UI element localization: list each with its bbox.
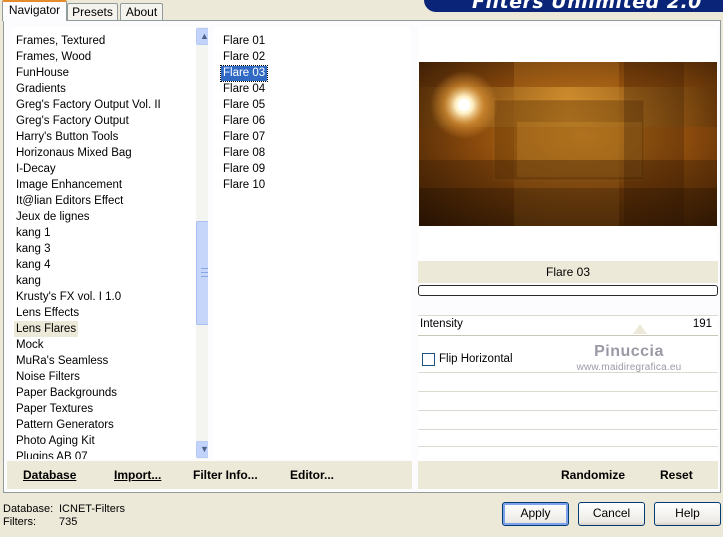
scroll-thumb[interactable]: [196, 221, 208, 325]
category-item[interactable]: kang 4: [14, 257, 53, 273]
filter-item[interactable]: Flare 06: [221, 114, 267, 129]
editor-label: Editor...: [290, 468, 335, 482]
tab-about[interactable]: About: [120, 3, 163, 21]
category-item[interactable]: Harry's Button Tools: [14, 129, 120, 145]
category-item[interactable]: Paper Backgrounds: [14, 385, 119, 401]
intensity-label: Intensity: [420, 318, 463, 330]
category-item[interactable]: MuRa's Seamless: [14, 353, 110, 369]
preview-art: [419, 62, 717, 226]
filter-list[interactable]: Flare 01 Flare 02 Flare 03 Flare 04 Flare 05…: [214, 27, 410, 459]
param-divider: [418, 315, 718, 316]
grip-icon: [201, 268, 208, 277]
filter-item[interactable]: Flare 09: [221, 162, 267, 177]
tab-navigator[interactable]: Navigator: [2, 0, 67, 21]
cancel-button[interactable]: Cancel: [578, 502, 645, 526]
category-item[interactable]: Horizonaus Mixed Bag: [14, 145, 134, 161]
watermark-url: www.maidiregrafica.eu: [576, 362, 682, 373]
flip-horizontal-label: Flip Horizontal: [439, 353, 513, 365]
filter-item[interactable]: Flare 03: [219, 65, 269, 82]
database-status-value: ICNET-Filters: [59, 503, 125, 515]
help-button[interactable]: Help: [654, 502, 721, 526]
database-label: Database: [23, 468, 77, 482]
watermark: Pinuccia www.maidiregrafica.eu: [564, 344, 694, 373]
category-item[interactable]: Paper Textures: [14, 401, 95, 417]
filter-name-label: Flare 03: [418, 261, 718, 283]
scroll-up-button[interactable]: ▲: [196, 28, 208, 45]
filters-count-value: 735: [59, 516, 78, 528]
intensity-slider[interactable]: [418, 335, 718, 336]
filters-count-label: Filters:: [3, 516, 36, 528]
filter-item[interactable]: Flare 10: [221, 178, 267, 193]
filter-info-label: Filter Info...: [193, 468, 258, 482]
param-divider: [418, 410, 718, 411]
navigator-panel: Frames, Textured Frames, Wood FunHouse Grad…: [3, 20, 721, 493]
category-item[interactable]: Image Enhancement: [14, 177, 124, 193]
database-button[interactable]: Database: [23, 468, 76, 482]
intensity-slider-thumb[interactable]: [633, 324, 647, 334]
param-divider: [418, 446, 718, 447]
intensity-value: 191: [692, 318, 712, 330]
database-status-label: Database:: [3, 503, 54, 515]
category-item[interactable]: It@lian Editors Effect: [14, 193, 125, 209]
randomize-button[interactable]: Randomize: [561, 468, 625, 482]
category-item[interactable]: Lens Effects: [14, 305, 81, 321]
category-item[interactable]: kang 1: [14, 225, 53, 241]
category-item[interactable]: Greg's Factory Output Vol. II: [14, 97, 163, 113]
category-item[interactable]: Mock: [14, 337, 45, 353]
category-item[interactable]: Pattern Generators: [14, 417, 116, 433]
preset-actions: Randomize Reset: [418, 461, 718, 489]
category-item[interactable]: kang: [14, 273, 43, 289]
flip-horizontal-checkbox[interactable]: [422, 353, 435, 366]
category-item[interactable]: Lens Flares: [14, 321, 79, 337]
filter-item[interactable]: Flare 04: [221, 82, 267, 97]
database-actions: Database Import... Filter Info... Editor…: [7, 461, 412, 489]
filter-item[interactable]: Flare 08: [221, 146, 267, 161]
import-label: Import...: [114, 468, 162, 482]
tab-presets[interactable]: Presets: [67, 3, 118, 21]
filter-item[interactable]: Flare 05: [221, 98, 267, 113]
import-button[interactable]: Import...: [114, 468, 161, 482]
scroll-down-button[interactable]: ▼: [196, 441, 208, 458]
progress-bar: [418, 285, 718, 296]
category-item[interactable]: Photo Aging Kit: [14, 433, 97, 449]
brand-banner: Filters Unlimited 2.0: [424, 0, 723, 12]
category-item[interactable]: kang 3: [14, 241, 53, 257]
brand-title: Filters Unlimited 2.0: [472, 0, 702, 12]
editor-button[interactable]: Editor...: [290, 468, 334, 482]
category-list[interactable]: Frames, Textured Frames, Wood FunHouse Grad…: [12, 27, 208, 459]
category-item[interactable]: Frames, Textured: [14, 33, 107, 49]
param-divider: [418, 391, 718, 392]
category-scrollbar[interactable]: ▲ ▼: [196, 27, 208, 459]
preview-pane: [418, 27, 718, 261]
filter-info-button[interactable]: Filter Info...: [193, 468, 258, 482]
category-item[interactable]: Frames, Wood: [14, 49, 93, 65]
category-item[interactable]: Jeux de lignes: [14, 209, 92, 225]
filter-item[interactable]: Flare 02: [221, 50, 267, 65]
category-item[interactable]: Plugins AB 07: [14, 449, 90, 459]
parameter-panel: Intensity 191 Flip Horizontal Pinuccia w…: [418, 315, 718, 461]
category-item[interactable]: Gradients: [14, 81, 68, 97]
reset-button[interactable]: Reset: [660, 468, 693, 482]
filter-item[interactable]: Flare 07: [221, 130, 267, 145]
preview-image[interactable]: [419, 62, 717, 226]
watermark-name: Pinuccia: [594, 343, 664, 360]
apply-button[interactable]: Apply: [502, 502, 569, 526]
category-item[interactable]: I-Decay: [14, 161, 58, 177]
category-item[interactable]: Greg's Factory Output: [14, 113, 131, 129]
filter-item[interactable]: Flare 01: [221, 34, 267, 49]
category-item[interactable]: Noise Filters: [14, 369, 82, 385]
param-divider: [418, 429, 718, 430]
category-item[interactable]: Krusty's FX vol. I 1.0: [14, 289, 123, 305]
category-item[interactable]: FunHouse: [14, 65, 71, 81]
